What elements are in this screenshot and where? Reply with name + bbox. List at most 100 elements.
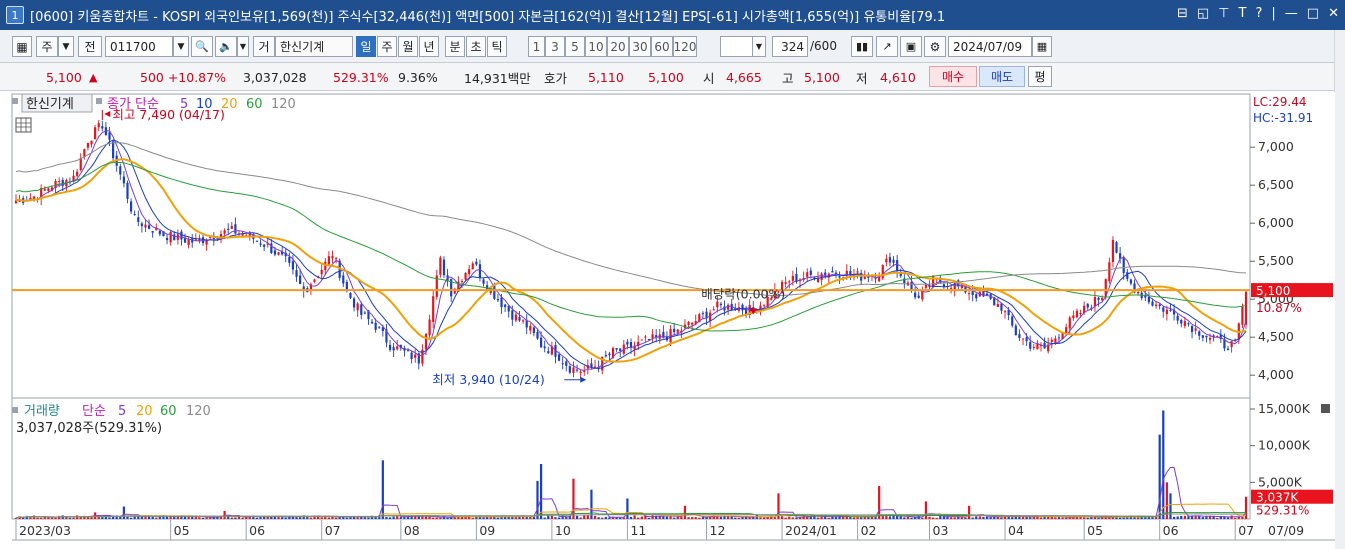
- close-icon[interactable]: ✕: [1328, 6, 1339, 21]
- vertical-scrollbar[interactable]: [1334, 30, 1345, 549]
- period-tab-tick[interactable]: 틱: [487, 36, 507, 57]
- volume-bar: [989, 517, 992, 519]
- candle-body: [626, 341, 629, 345]
- candle-body: [313, 279, 316, 282]
- volume-bar: [935, 517, 938, 519]
- candle-type-icon[interactable]: ▮▮: [851, 36, 873, 57]
- interval-button-10[interactable]: 10: [585, 36, 607, 57]
- save-icon[interactable]: ▣: [900, 36, 922, 57]
- buy-button[interactable]: 매수: [929, 66, 977, 87]
- volume-bar: [572, 478, 575, 519]
- candle-body: [716, 301, 719, 308]
- candle-body: [788, 281, 791, 283]
- candle-body: [183, 238, 187, 243]
- candle-body: [374, 322, 377, 330]
- candle-body: [1068, 317, 1071, 329]
- stock-code-input[interactable]: 011700: [105, 36, 173, 57]
- volume-bar: [633, 515, 636, 519]
- volume-bar: [755, 515, 758, 519]
- interval-button-60[interactable]: 60: [651, 36, 673, 57]
- chevron-down-icon[interactable]: ▼: [58, 36, 74, 57]
- candle-body: [820, 273, 823, 281]
- interval-button-1[interactable]: 1: [528, 36, 545, 57]
- period-tab-month[interactable]: 월: [398, 36, 418, 57]
- current-price: 5,100: [46, 69, 82, 85]
- cascade-icon[interactable]: ◱: [1197, 6, 1209, 21]
- candle-body: [676, 329, 679, 333]
- layout-icon[interactable]: ▦: [12, 36, 32, 57]
- volume-bar: [173, 516, 176, 519]
- period-tab-minute[interactable]: 분: [445, 36, 465, 57]
- all-button[interactable]: 전: [78, 36, 102, 57]
- volume-bar: [626, 498, 629, 519]
- sound-dropdown-icon[interactable]: ▼: [237, 36, 249, 57]
- legend-ma120: 120: [271, 97, 296, 112]
- interval-button-20[interactable]: 20: [607, 36, 629, 57]
- dividend-annotation-label: 배당락(0.00%): [701, 286, 785, 301]
- x-tick-label: 10: [555, 523, 571, 538]
- volume-bar: [1180, 515, 1183, 519]
- close-pane-icon[interactable]: [1321, 404, 1330, 413]
- volume-bar: [903, 517, 906, 519]
- calendar-icon[interactable]: ▦: [1032, 36, 1052, 57]
- count-input[interactable]: 324: [772, 36, 808, 57]
- chart-background: [10, 92, 1335, 549]
- volume-bar: [543, 517, 546, 519]
- volume-bar: [496, 517, 500, 519]
- date-input[interactable]: 2024/07/09: [948, 36, 1032, 57]
- candle-body: [1158, 304, 1161, 307]
- candle-body: [187, 239, 190, 245]
- volume-bar: [737, 517, 740, 519]
- interval-dropdown-icon[interactable]: ▼: [752, 36, 766, 57]
- x-tick-label: 06: [1163, 523, 1179, 538]
- font-icon[interactable]: T: [1239, 6, 1247, 21]
- volume-bar: [734, 517, 737, 519]
- x-tick-label: 2024/01: [785, 523, 837, 538]
- gear-icon[interactable]: ⚙: [924, 36, 946, 57]
- tile-icon[interactable]: ⊟: [1177, 6, 1188, 21]
- chart-type-toggle[interactable]: 거: [253, 36, 275, 57]
- x-tick-label: 07: [325, 523, 341, 538]
- candle-body: [1054, 338, 1057, 343]
- candle-body: [230, 225, 233, 229]
- grid-table-icon[interactable]: [15, 117, 32, 133]
- candle-body: [1079, 313, 1082, 315]
- volume-bar: [439, 517, 442, 519]
- period-select[interactable]: 주: [36, 36, 58, 57]
- eval-button[interactable]: 평: [1028, 66, 1052, 87]
- volume-bar: [334, 517, 338, 519]
- candle-body: [334, 258, 338, 260]
- minimize-icon[interactable]: —: [1285, 6, 1298, 21]
- pin-icon[interactable]: ⊤: [1218, 6, 1229, 21]
- volume-bar: [205, 517, 208, 519]
- period-tab-year[interactable]: 년: [419, 36, 439, 57]
- volume-bar: [604, 516, 607, 519]
- code-dropdown-icon[interactable]: ▼: [173, 36, 189, 57]
- candle-body: [1230, 341, 1233, 348]
- interval-button-3[interactable]: 3: [545, 36, 565, 57]
- candle-body: [1115, 242, 1118, 253]
- sell-button[interactable]: 매도: [979, 66, 1025, 87]
- volume-bar: [1216, 517, 1219, 519]
- volume-bar: [820, 516, 823, 519]
- period-tab-second[interactable]: 초: [466, 36, 486, 57]
- interval-button-5[interactable]: 5: [565, 36, 585, 57]
- volume-bar: [788, 516, 791, 519]
- maximize-icon[interactable]: □: [1307, 6, 1319, 21]
- volume-bar: [637, 517, 640, 519]
- interval-button-120[interactable]: 120: [673, 36, 697, 57]
- candle-body: [651, 334, 654, 339]
- sound-icon[interactable]: 🔈: [215, 36, 237, 57]
- candle-body: [608, 353, 611, 356]
- candle-body: [849, 270, 852, 275]
- volume-bar: [619, 517, 622, 519]
- trendline-icon[interactable]: ↗: [876, 36, 898, 57]
- search-icon[interactable]: 🔍: [191, 36, 213, 57]
- candle-body: [500, 297, 503, 308]
- price-volume-chart[interactable]: 7,0006,5006,0005,5005,0004,5004,00015,00…: [10, 92, 1335, 549]
- help-icon[interactable]: ?: [1256, 6, 1263, 21]
- period-tab-day[interactable]: 일: [356, 36, 376, 57]
- volume-bar: [40, 517, 43, 519]
- period-tab-week[interactable]: 주: [377, 36, 397, 57]
- interval-button-30[interactable]: 30: [629, 36, 651, 57]
